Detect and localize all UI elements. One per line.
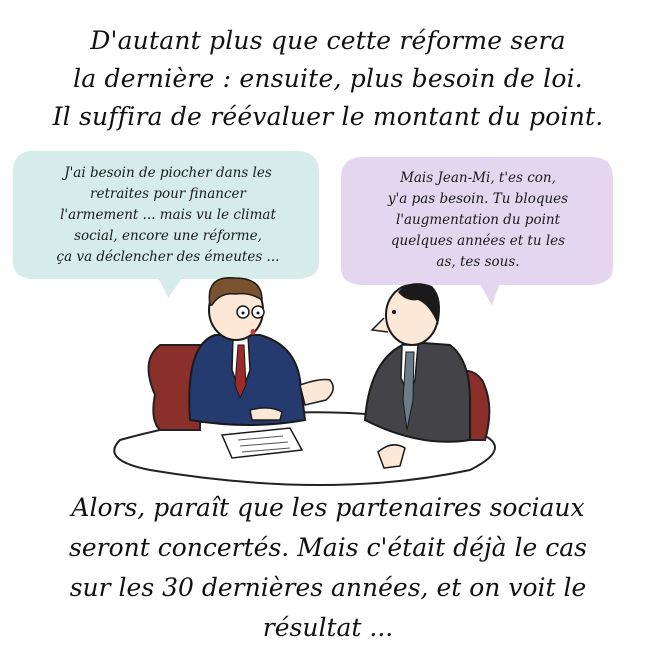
left-bubble-line: retraites pour financer: [90, 186, 246, 202]
right-bubble-line: as, tes sous.: [436, 254, 520, 270]
left-bubble-line: ça va déclencher des émeutes ...: [56, 249, 280, 265]
top-caption: D'autant plus que cette réforme sera la …: [0, 22, 656, 136]
right-bubble-line: Mais Jean-Mi, t'es con,: [400, 170, 556, 186]
right-bubble-line: y'a pas besoin. Tu bloques: [387, 191, 569, 207]
bottom-caption: Alors, paraît que les partenaires sociau…: [0, 488, 656, 648]
top-caption-line: D'autant plus que cette réforme sera: [90, 26, 566, 55]
top-caption-line: la dernière : ensuite, plus besoin de lo…: [73, 64, 583, 93]
bottom-caption-line: Alors, paraît que les partenaires sociau…: [71, 493, 585, 522]
top-caption-line: Il suffira de réévaluer le montant du po…: [52, 102, 604, 131]
left-character: [188, 277, 334, 426]
left-bubble-line: J'ai besoin de piocher dans les: [64, 165, 272, 181]
left-bubble-text: J'ai besoin de piocher dans les retraite…: [18, 163, 318, 268]
right-bubble-line: quelques années et tu les: [390, 233, 566, 249]
bottom-caption-line: seront concertés. Mais c'était déjà le c…: [69, 533, 587, 562]
left-bubble-line: social, encore une réforme,: [74, 228, 262, 244]
right-bubble-text: Mais Jean-Mi, t'es con, y'a pas besoin. …: [344, 168, 612, 273]
right-bubble-line: l'augmentation du point: [395, 212, 561, 228]
bottom-caption-line: résultat ...: [262, 613, 394, 642]
bottom-caption-line: sur les 30 dernières années, et on voit …: [69, 573, 587, 602]
left-bubble-line: l'armement ... mais vu le climat: [60, 207, 276, 223]
